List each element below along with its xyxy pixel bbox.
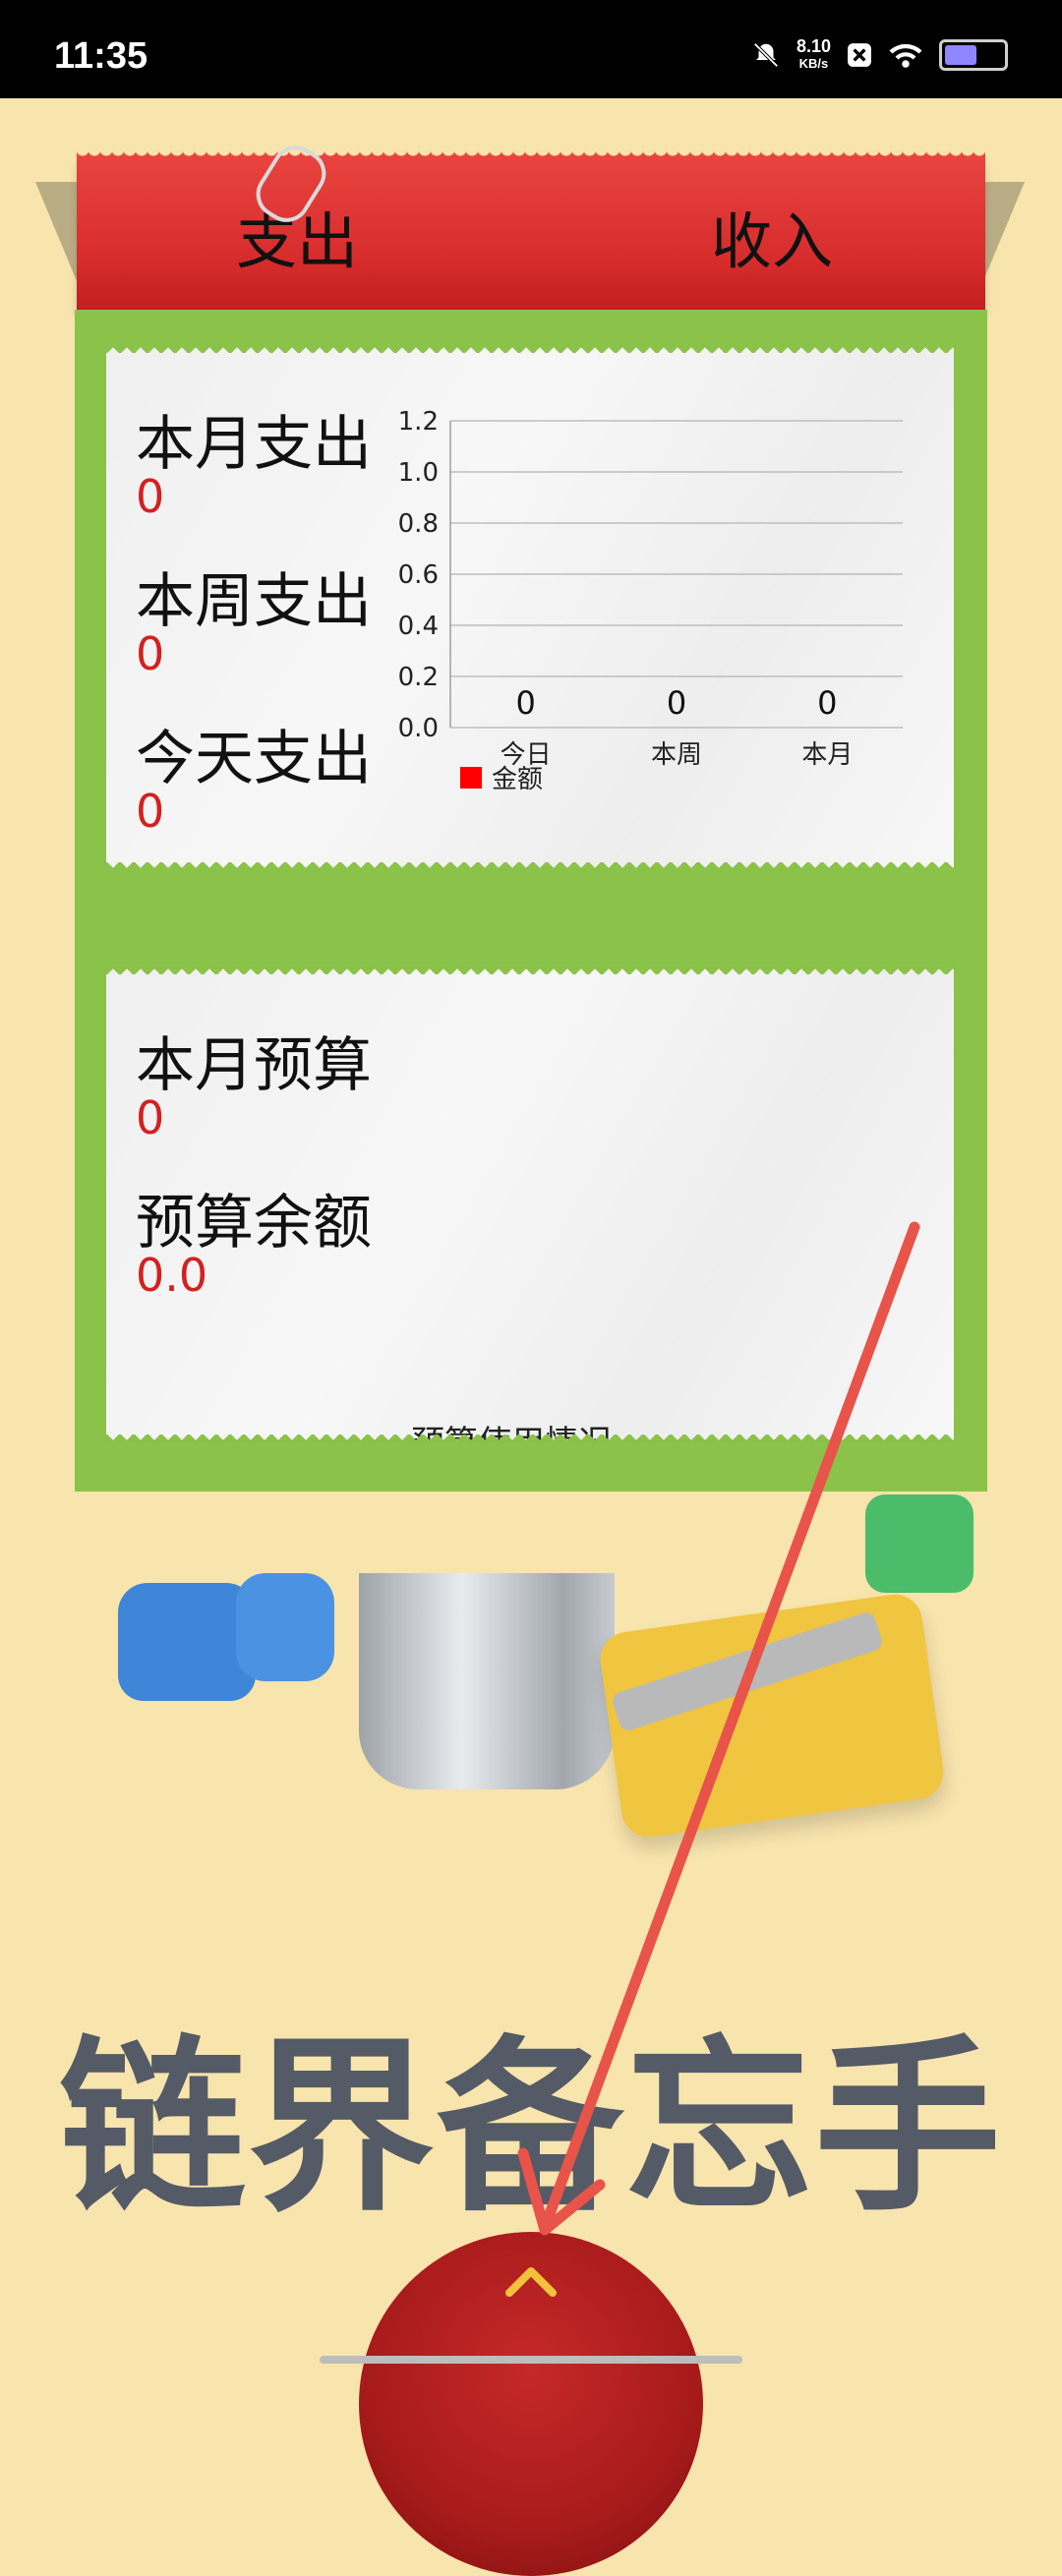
- summary-panel: 本月支出 0 本周支出 0 今天支出 0 0.0 0.2 0.4 0.6 0.8 1.0 1…: [75, 310, 987, 1492]
- status-icons: 8.10 KB/s: [751, 37, 1008, 73]
- bar-value-label: 0: [515, 684, 535, 722]
- y-tick-label: 1.0: [398, 458, 439, 488]
- budget-remaining-value: 0.0: [136, 1249, 208, 1302]
- home-indicator[interactable]: [320, 2356, 742, 2364]
- week-expense-value: 0: [136, 627, 165, 680]
- green-figure-decoration: [865, 1494, 974, 1593]
- budget-card: 本月预算 0 预算余额 0.0 预算使用情况: [106, 968, 954, 1440]
- legend-label: 金额: [492, 765, 543, 794]
- y-tick-label: 0.6: [398, 560, 439, 590]
- status-time: 11:35: [54, 35, 148, 77]
- month-budget-label: 本月预算: [136, 1031, 372, 1100]
- x-tick-label: 本月: [801, 740, 853, 770]
- y-tick-label: 0.8: [398, 509, 439, 539]
- today-expense-label: 今天支出: [136, 725, 372, 793]
- x-icon: [848, 43, 871, 67]
- week-expense-label: 本周支出: [136, 567, 372, 636]
- wifi-icon: [889, 43, 922, 68]
- bell-muted-icon: [753, 42, 779, 68]
- month-expense-value: 0: [136, 470, 165, 523]
- net-speed-value: 8.10: [796, 36, 831, 56]
- budget-usage-heading: 预算使用情况: [411, 1416, 612, 1440]
- bar-value-label: 0: [667, 684, 686, 722]
- bar-value-label: 0: [817, 684, 837, 722]
- expense-bar-chart: 0.00.20.40.60.81.01.20今日0本周0本月金额: [398, 407, 903, 794]
- net-speed-unit: KB/s: [798, 56, 829, 71]
- month-budget-value: 0: [136, 1091, 165, 1144]
- month-expense-label: 本月支出: [136, 410, 372, 479]
- net-speed: 8.10 KB/s: [796, 37, 831, 73]
- expense-summary-card: 本月支出 0 本周支出 0 今天支出 0 0.0 0.2 0.4 0.6 0.8 1.0 1…: [106, 341, 954, 874]
- y-tick-label: 1.2: [398, 407, 439, 437]
- y-tick-label: 0.0: [398, 714, 439, 743]
- thermos-decoration: [359, 1573, 615, 1789]
- tab-header: 支出 收入: [77, 149, 985, 310]
- y-tick-label: 0.4: [398, 612, 439, 641]
- legend-swatch: [460, 767, 482, 789]
- chevron-up-icon: [505, 2267, 557, 2297]
- today-expense-value: 0: [136, 785, 165, 838]
- x-tick-label: 本周: [651, 740, 702, 770]
- tab-income[interactable]: 收入: [711, 192, 833, 280]
- budget-remaining-label: 预算余额: [136, 1189, 372, 1258]
- blue-figure-decoration-2: [236, 1573, 334, 1681]
- y-tick-label: 0.2: [398, 663, 439, 692]
- status-bar: 11:35 8.10 KB/s: [0, 0, 1062, 98]
- battery-icon: [939, 39, 1008, 71]
- blue-figure-decoration: [118, 1583, 256, 1701]
